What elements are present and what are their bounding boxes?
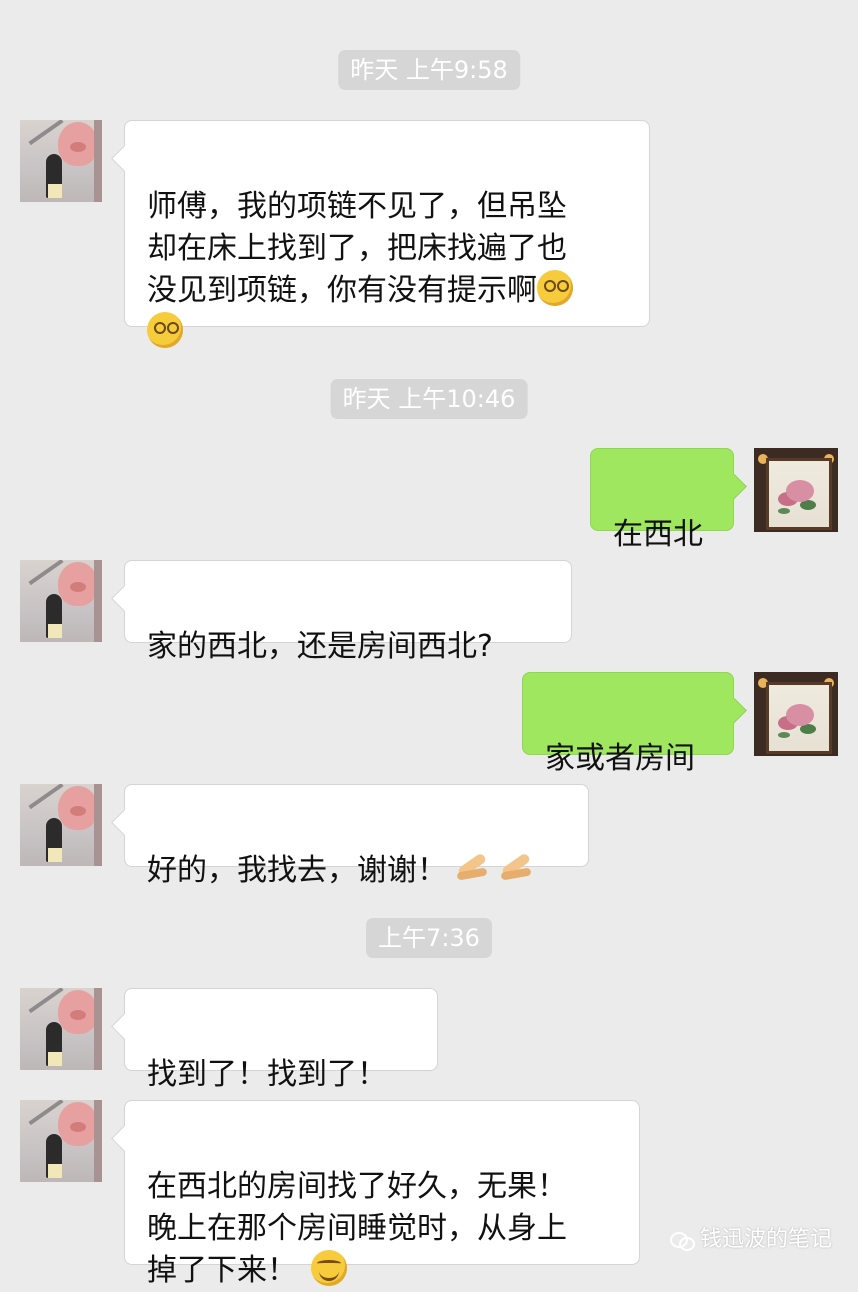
incoming-message-bubble[interactable]: 找到了！找到了！ bbox=[124, 988, 438, 1092]
contact-avatar[interactable] bbox=[20, 988, 102, 1070]
watermark: 钱迅波的笔记 bbox=[669, 1226, 832, 1254]
timestamp: 昨天 上午10:46 bbox=[330, 379, 528, 419]
message-text: 好的，我找去，谢谢！ bbox=[147, 853, 447, 888]
pointing-hands-icon bbox=[453, 852, 491, 884]
contact-avatar[interactable] bbox=[20, 784, 102, 866]
message-text: 找到了！找到了！ bbox=[147, 1057, 387, 1092]
message-text: 在西北 bbox=[613, 517, 703, 552]
my-avatar[interactable] bbox=[754, 672, 838, 756]
timestamp: 上午7:36 bbox=[366, 918, 492, 958]
message-text: 在西北的房间找了好久，无果！ 晚上在那个房间睡觉时，从身上 掉了下来！ bbox=[147, 1169, 567, 1288]
contact-avatar[interactable] bbox=[20, 560, 102, 642]
timestamp: 昨天 上午9:58 bbox=[338, 50, 520, 90]
contact-avatar[interactable] bbox=[20, 1100, 102, 1182]
message-text: 师傅，我的项链不见了，但吊坠 却在床上找到了，把床找遍了也 没见到项链，你有没有… bbox=[147, 189, 567, 308]
outgoing-message-bubble[interactable]: 家或者房间 bbox=[522, 672, 734, 776]
pointing-hands-icon bbox=[497, 852, 535, 884]
message-text: 家的西北，还是房间西北? bbox=[147, 629, 493, 664]
watermark-text: 钱迅波的笔记 bbox=[699, 1227, 832, 1252]
dizzy-face-icon bbox=[537, 270, 573, 306]
wechat-icon bbox=[669, 1230, 695, 1251]
hugging-face-icon bbox=[311, 1250, 347, 1286]
incoming-message-bubble[interactable]: 好的，我找去，谢谢！ bbox=[124, 784, 589, 888]
incoming-message-bubble[interactable]: 在西北的房间找了好久，无果！ 晚上在那个房间睡觉时，从身上 掉了下来！ bbox=[124, 1100, 640, 1288]
message-text: 家或者房间 bbox=[545, 741, 695, 776]
dizzy-face-icon bbox=[147, 312, 183, 348]
my-avatar[interactable] bbox=[754, 448, 838, 532]
incoming-message-bubble[interactable]: 家的西北，还是房间西北? bbox=[124, 560, 572, 664]
incoming-message-bubble[interactable]: 师傅，我的项链不见了，但吊坠 却在床上找到了，把床找遍了也 没见到项链，你有没有… bbox=[124, 120, 650, 348]
contact-avatar[interactable] bbox=[20, 120, 102, 202]
outgoing-message-bubble[interactable]: 在西北 bbox=[590, 448, 734, 552]
